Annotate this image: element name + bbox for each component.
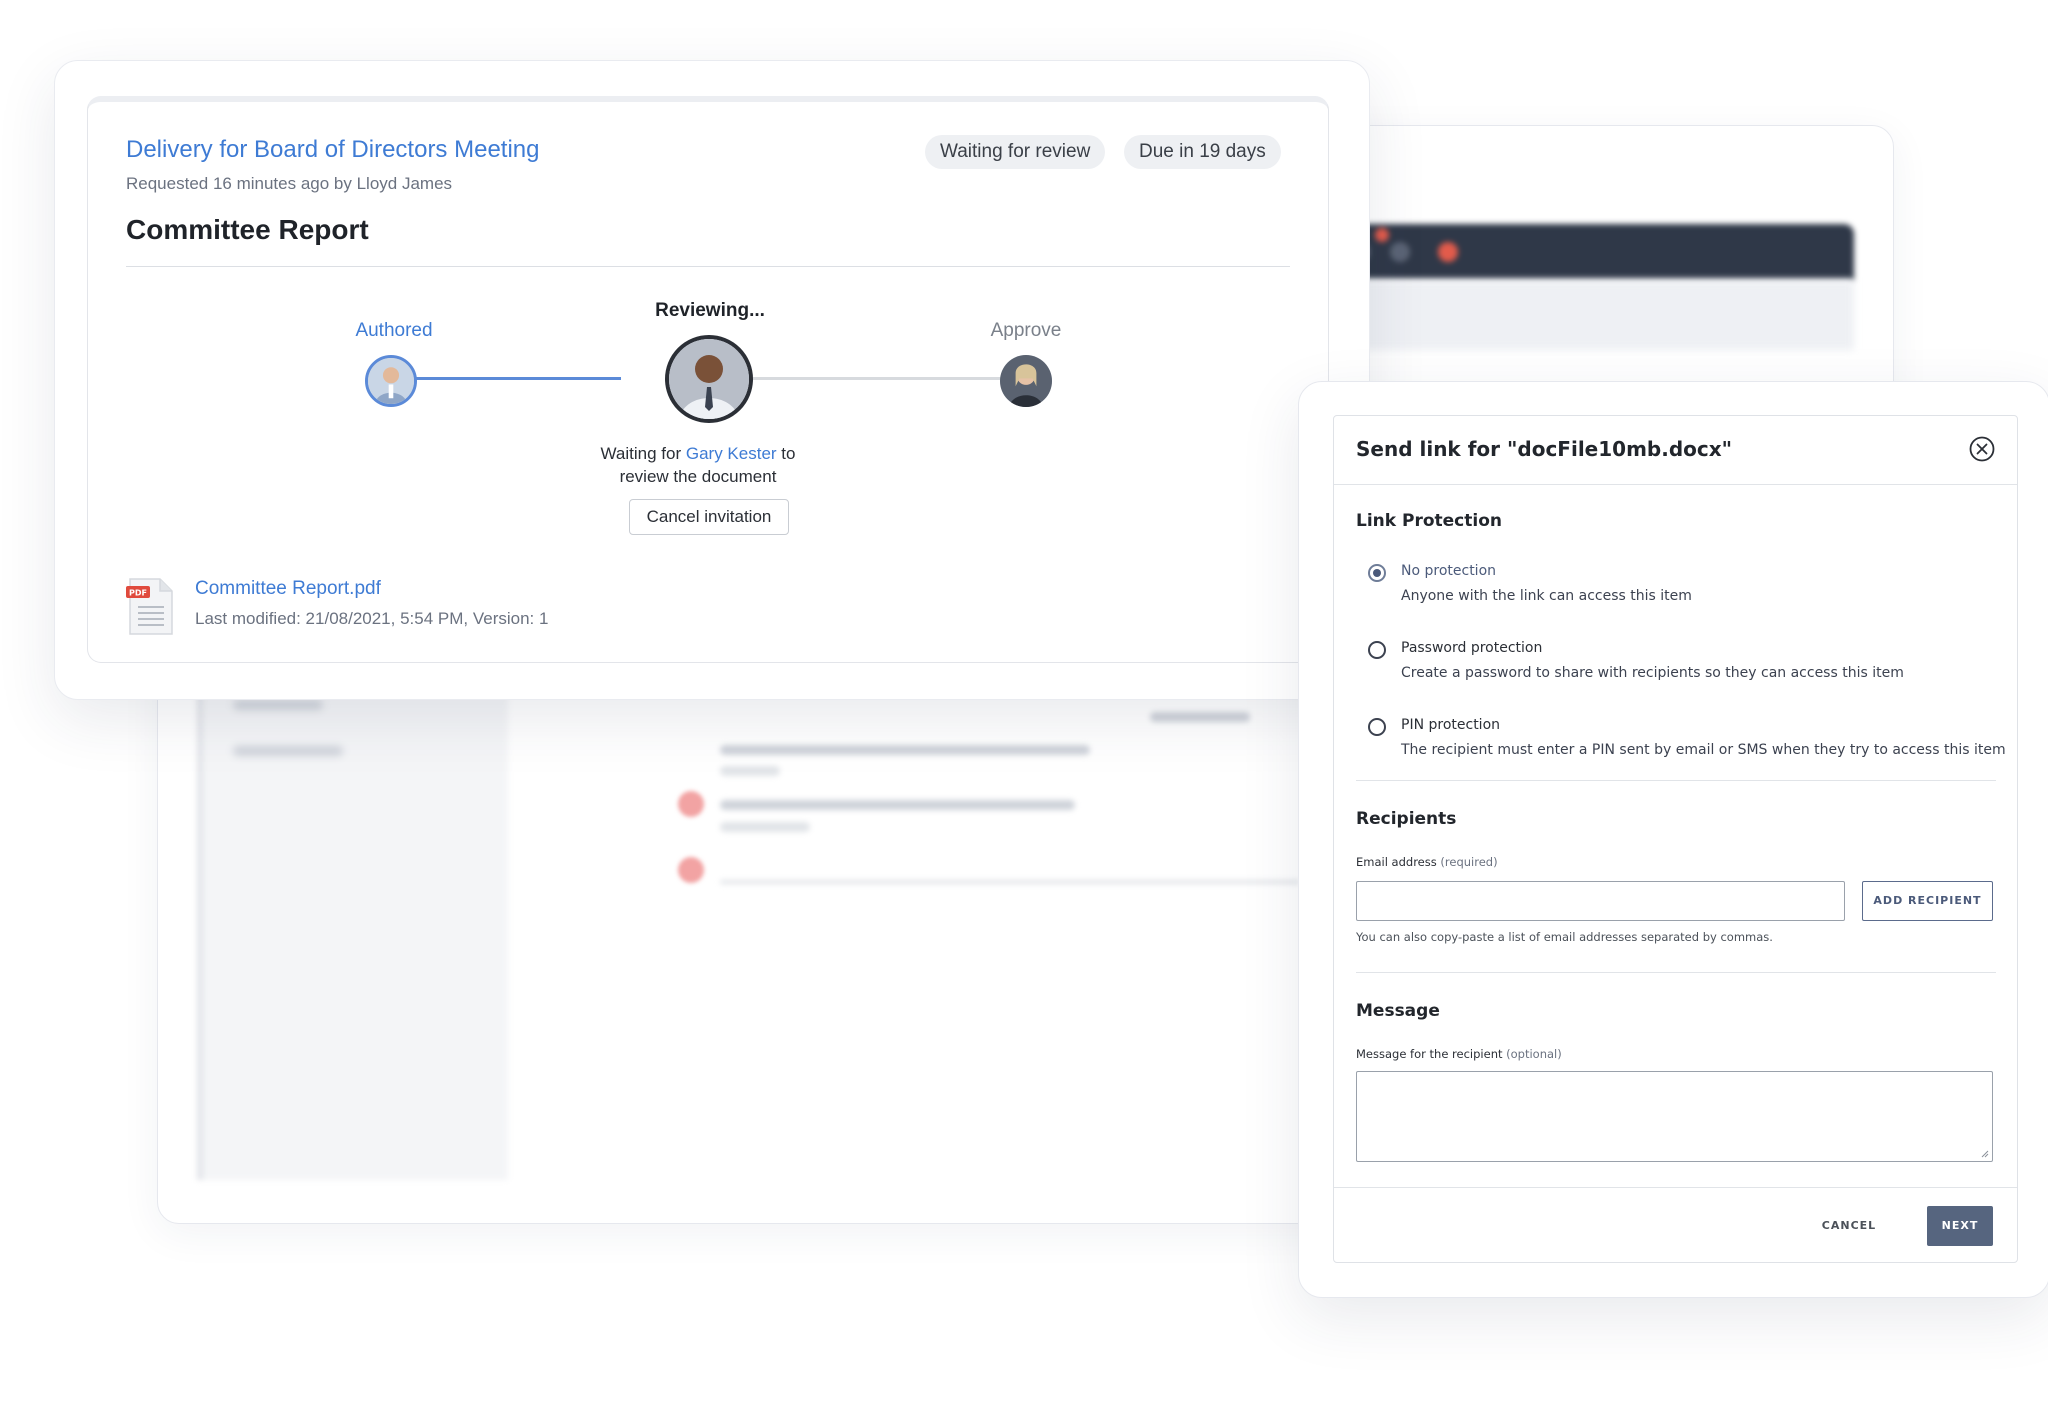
background-text — [1150, 712, 1250, 722]
waiting-message: Waiting for Gary Kester to review the do… — [600, 444, 796, 486]
dialog-header: Send link for "docFile10mb.docx" — [1334, 416, 2017, 485]
email-label: Email address (required) — [1356, 855, 1498, 869]
step-approve-label: Approve — [990, 320, 1062, 341]
pin-protection-desc: The recipient must enter a PIN sent by e… — [1401, 742, 2006, 758]
avatar-approver[interactable] — [1000, 355, 1052, 407]
background-sidebar — [197, 640, 508, 1180]
no-protection-label[interactable]: No protection — [1401, 563, 1496, 579]
cancel-invitation-button[interactable]: Cancel invitation — [629, 499, 789, 535]
status-badge: Waiting for review — [925, 135, 1106, 169]
background-alert-dot — [678, 791, 704, 817]
dialog-title: Send link for "docFile10mb.docx" — [1356, 437, 1733, 461]
file-meta: Last modified: 21/08/2021, 5:54 PM, Vers… — [195, 609, 549, 628]
page-title: Committee Report — [126, 214, 369, 245]
close-icon[interactable] — [1969, 436, 1995, 462]
background-text — [720, 822, 810, 832]
review-card: Delivery for Board of Directors Meeting … — [87, 96, 1329, 663]
file-name-link[interactable]: Committee Report.pdf — [195, 578, 381, 600]
section-divider — [1356, 972, 1996, 973]
email-input[interactable] — [1356, 881, 1845, 921]
background-text — [720, 745, 1090, 755]
radio-pin-protection[interactable] — [1368, 718, 1386, 736]
recipients-heading: Recipients — [1356, 809, 1457, 829]
requested-info: Requested 16 minutes ago by Lloyd James — [126, 174, 453, 193]
step-reviewing-label: Reviewing... — [655, 300, 765, 321]
pdf-file-icon: PDF — [126, 578, 174, 636]
delivery-title-link[interactable]: Delivery for Board of Directors Meeting — [126, 136, 539, 164]
background-text — [720, 800, 1075, 810]
background-alert-dot — [678, 857, 704, 883]
add-recipient-button[interactable]: ADD RECIPIENT — [1862, 881, 1993, 921]
send-link-dialog: Send link for "docFile10mb.docx" Link Pr… — [1333, 415, 2018, 1263]
background-divider — [720, 880, 1300, 884]
next-button[interactable]: NEXT — [1927, 1206, 1993, 1246]
link-protection-heading: Link Protection — [1356, 511, 1502, 531]
message-textarea[interactable] — [1356, 1071, 1993, 1162]
message-heading: Message — [1356, 1001, 1440, 1021]
pin-protection-label[interactable]: PIN protection — [1401, 717, 1500, 733]
radio-password-protection[interactable] — [1368, 641, 1386, 659]
password-protection-desc: Create a password to share with recipien… — [1401, 665, 1904, 681]
email-help-text: You can also copy-paste a list of email … — [1356, 930, 1773, 944]
svg-text:PDF: PDF — [129, 589, 147, 598]
avatar-author[interactable] — [365, 355, 417, 407]
cancel-button[interactable]: CANCEL — [1814, 1206, 1884, 1246]
due-badge: Due in 19 days — [1124, 135, 1281, 169]
message-label: Message for the recipient (optional) — [1356, 1047, 1562, 1061]
title-divider — [126, 266, 1290, 267]
reviewer-name-link[interactable]: Gary Kester — [686, 444, 777, 463]
section-divider — [1356, 780, 1996, 781]
progress-line-pending — [751, 377, 1041, 380]
password-protection-label[interactable]: Password protection — [1401, 640, 1542, 656]
radio-no-protection[interactable] — [1368, 564, 1386, 582]
avatar-reviewer[interactable] — [665, 335, 753, 423]
step-authored-label: Authored — [355, 320, 433, 341]
background-text — [720, 766, 780, 776]
footer-divider — [1334, 1187, 2017, 1188]
resize-grip-icon[interactable] — [1981, 1150, 1989, 1158]
no-protection-desc: Anyone with the link can access this ite… — [1401, 588, 1692, 604]
